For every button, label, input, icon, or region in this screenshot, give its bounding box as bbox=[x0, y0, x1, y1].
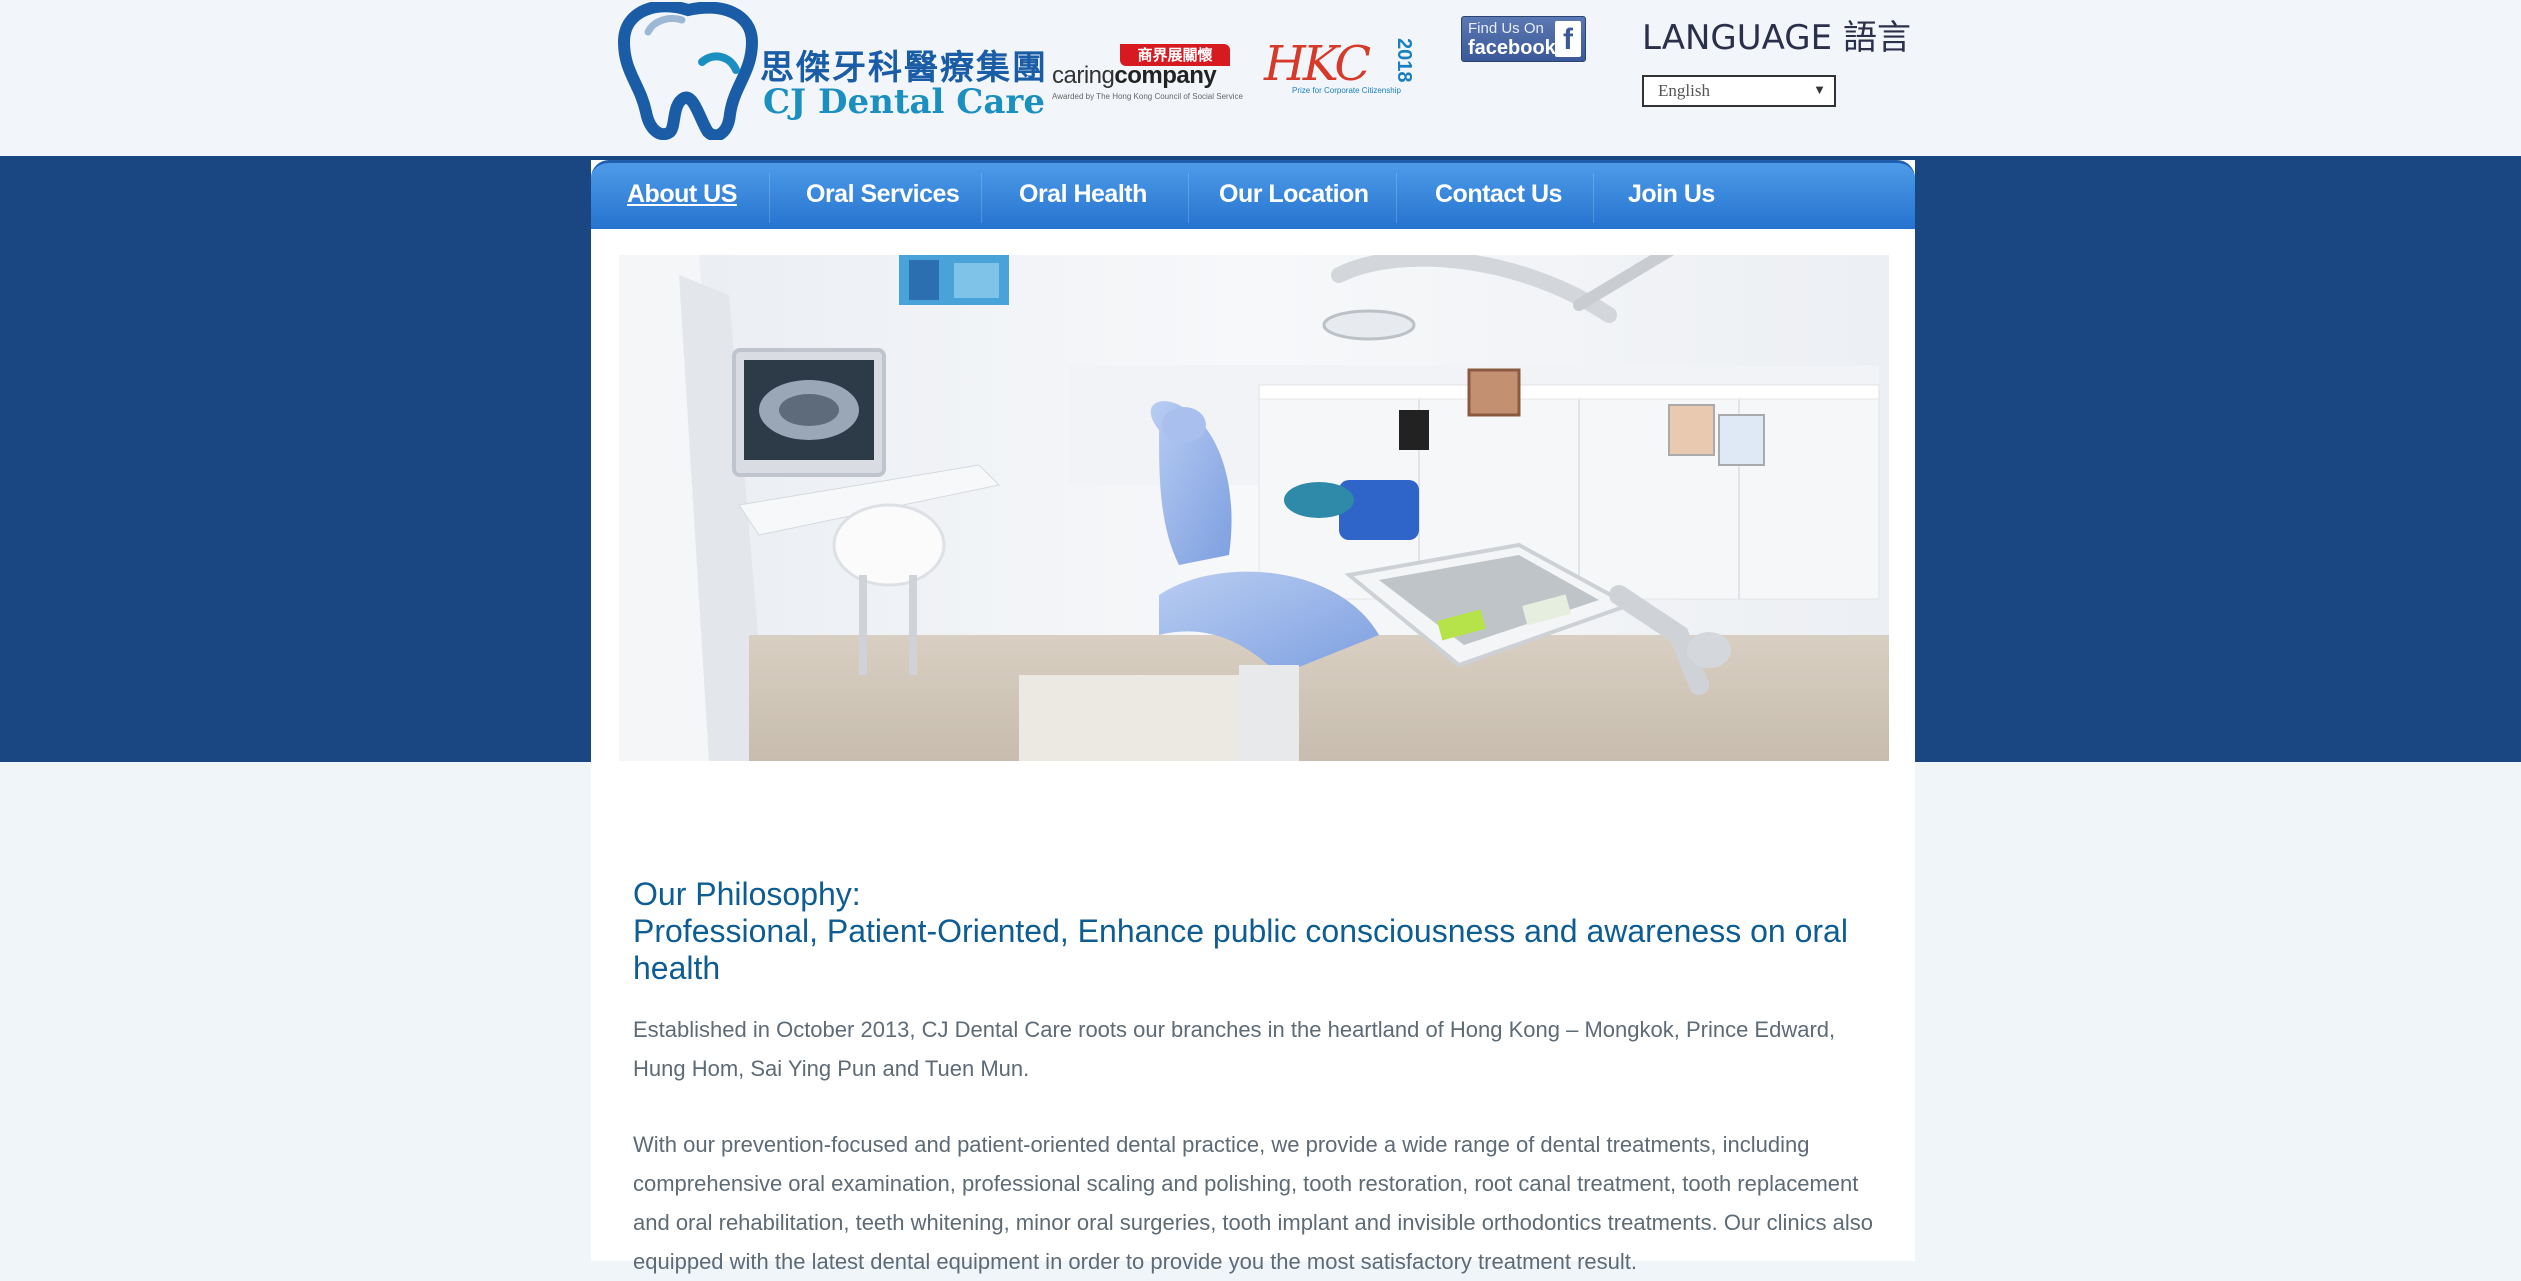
language-selected-value: English bbox=[1658, 81, 1710, 100]
dental-clinic-photo bbox=[619, 255, 1889, 761]
philosophy-heading-line2: Professional, Patient-Oriented, Enhance … bbox=[633, 913, 1848, 986]
chevron-down-icon: ▼ bbox=[1813, 82, 1826, 97]
philosophy-heading-line1: Our Philosophy: bbox=[633, 876, 861, 912]
services-paragraph: With our prevention-focused and patient-… bbox=[633, 1132, 1873, 1274]
facebook-name: facebook bbox=[1468, 37, 1556, 59]
logo-english-name: CJ Dental Care bbox=[763, 82, 1045, 122]
nav-divider bbox=[769, 173, 770, 223]
dental-clinic-illustration bbox=[619, 255, 1889, 761]
nav-item-about-us[interactable]: About US bbox=[627, 163, 737, 229]
nav-item-contact-us[interactable]: Contact Us bbox=[1435, 163, 1562, 229]
caring-text-light: caring bbox=[1052, 62, 1115, 89]
nav-item-join-us[interactable]: Join Us bbox=[1628, 163, 1715, 229]
hkc-award-logo: HKC 2018 Prize for Corporate Citizenship bbox=[1262, 36, 1422, 106]
main-nav: About US Oral Services Oral Health Our L… bbox=[591, 160, 1915, 229]
nav-divider bbox=[1396, 173, 1397, 223]
facebook-find-label: Find Us On bbox=[1468, 20, 1544, 37]
nav-divider bbox=[1188, 173, 1189, 223]
nav-item-oral-services[interactable]: Oral Services bbox=[806, 163, 960, 229]
facebook-icon: f bbox=[1555, 21, 1581, 57]
hkc-subtitle: Prize for Corporate Citizenship bbox=[1292, 86, 1401, 95]
tooth-logo-icon bbox=[617, 0, 759, 142]
hkc-year: 2018 bbox=[1393, 38, 1415, 83]
nav-divider bbox=[1593, 173, 1594, 223]
nav-item-oral-health[interactable]: Oral Health bbox=[1019, 163, 1147, 229]
language-select[interactable]: English ▼ bbox=[1642, 75, 1836, 107]
caring-company-subtitle: Awarded by The Hong Kong Council of Soci… bbox=[1052, 92, 1243, 101]
caring-company-text: caringcompany bbox=[1052, 62, 1217, 90]
philosophy-heading: Our Philosophy: Professional, Patient-Or… bbox=[633, 876, 1893, 987]
caring-text-bold: company bbox=[1114, 62, 1217, 89]
caring-company-badge: 商界展關懷 caringcompany Awarded by The Hong … bbox=[1052, 42, 1243, 102]
language-title: LANGUAGE 語言 bbox=[1642, 18, 1911, 58]
hkc-letters: HKC bbox=[1264, 36, 1371, 92]
nav-item-our-location[interactable]: Our Location bbox=[1219, 163, 1369, 229]
nav-divider bbox=[981, 173, 982, 223]
intro-paragraph: Established in October 2013, CJ Dental C… bbox=[633, 1017, 1836, 1081]
facebook-button[interactable]: Find Us On facebook f bbox=[1461, 16, 1586, 62]
site-header: 思傑牙科醫療集團 CJ Dental Care 商界展關懷 caringcomp… bbox=[0, 0, 2521, 156]
site-logo[interactable]: 思傑牙科醫療集團 CJ Dental Care bbox=[617, 0, 1046, 142]
